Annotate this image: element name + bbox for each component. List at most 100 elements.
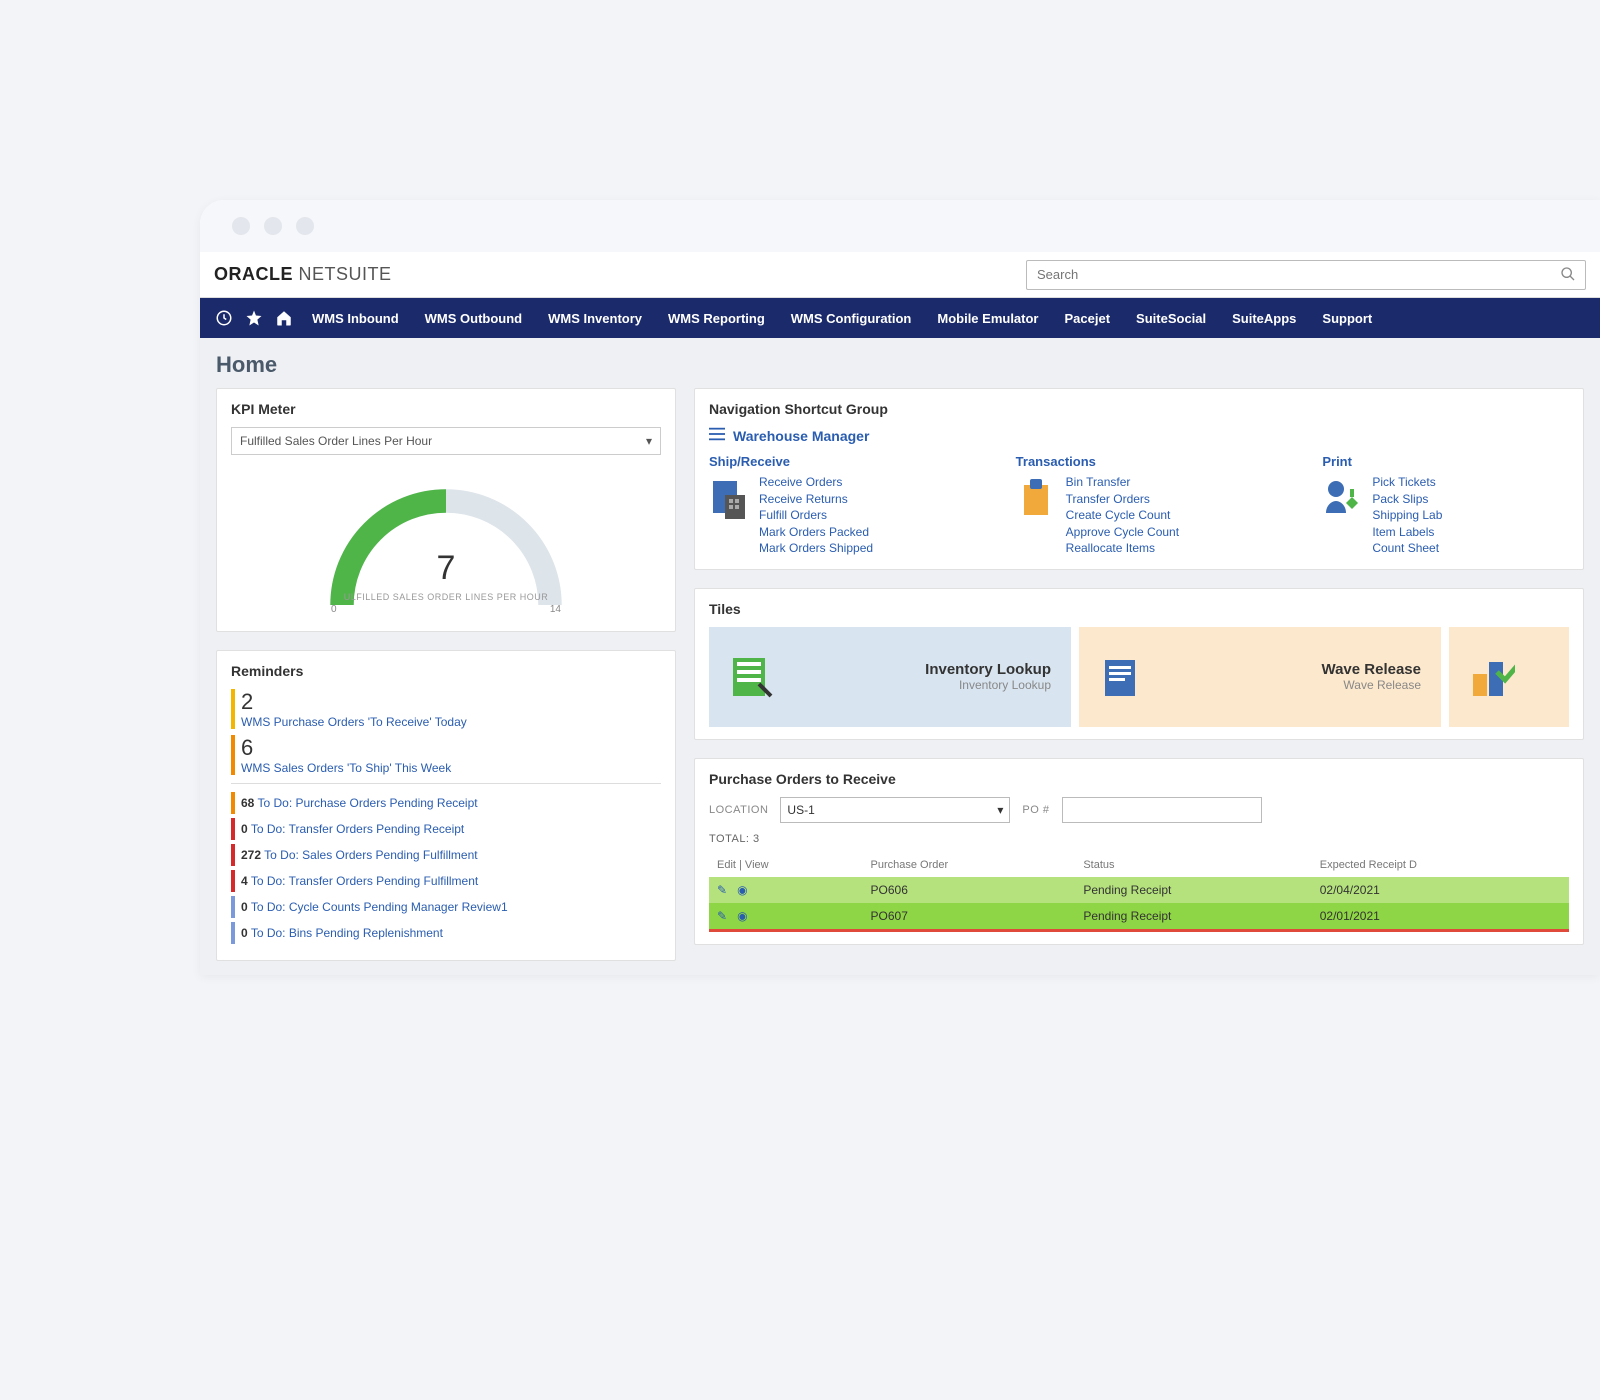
shortcut-link[interactable]: Bin Transfer (1066, 475, 1179, 491)
reminder-label: To Do: Transfer Orders Pending Receipt (251, 822, 464, 836)
location-select[interactable]: US-1 ▾ (780, 797, 1010, 823)
shortcut-link[interactable]: Approve Cycle Count (1066, 525, 1179, 541)
search-input[interactable] (1026, 260, 1586, 290)
location-label: LOCATION (709, 804, 768, 816)
nav-wms-inventory[interactable]: WMS Inventory (536, 311, 654, 326)
shortcut-link[interactable]: Receive Orders (759, 475, 873, 491)
nav-wms-configuration[interactable]: WMS Configuration (779, 311, 924, 326)
reminder-item[interactable]: 0 To Do: Bins Pending Replenishment (231, 922, 661, 944)
shortcut-link[interactable]: Transfer Orders (1066, 492, 1179, 508)
nav-wms-outbound[interactable]: WMS Outbound (413, 311, 534, 326)
search-icon[interactable] (1560, 266, 1576, 285)
shortcut-group-title: Ship/Receive (709, 454, 956, 469)
po-title: Purchase Orders to Receive (709, 771, 1569, 787)
app-header: ORACLE NETSUITE (200, 252, 1600, 298)
nav-mobile-emulator[interactable]: Mobile Emulator (925, 311, 1050, 326)
nav-wms-reporting[interactable]: WMS Reporting (656, 311, 777, 326)
reminder-label: To Do: Cycle Counts Pending Manager Revi… (251, 900, 508, 914)
chevron-down-icon: ▾ (646, 434, 652, 448)
kpi-dropdown-value: Fulfilled Sales Order Lines Per Hour (240, 434, 432, 448)
shortcut-link[interactable]: Mark Orders Shipped (759, 541, 873, 557)
reminder-item[interactable]: 0 To Do: Transfer Orders Pending Receipt (231, 818, 661, 840)
shortcuts-title: Navigation Shortcut Group (709, 401, 1569, 417)
edit-icon[interactable]: ✎ (717, 909, 727, 923)
home-icon[interactable] (270, 304, 298, 332)
tile[interactable]: Inventory Lookup Inventory Lookup (709, 627, 1071, 727)
window-dot (232, 217, 250, 235)
shortcut-group-icon (709, 475, 749, 523)
shortcut-link[interactable]: Mark Orders Packed (759, 525, 873, 541)
main-nav: WMS Inbound WMS Outbound WMS Inventory W… (200, 298, 1600, 338)
kpi-dropdown[interactable]: Fulfilled Sales Order Lines Per Hour ▾ (231, 427, 661, 455)
nav-wms-inbound[interactable]: WMS Inbound (300, 311, 411, 326)
po-number-input[interactable] (1062, 797, 1262, 823)
shortcut-link[interactable]: Fulfill Orders (759, 508, 873, 524)
shortcut-group-icon (1322, 475, 1362, 523)
reminder-count: 4 (241, 874, 248, 888)
reminder-label: WMS Purchase Orders 'To Receive' Today (241, 715, 661, 729)
shortcut-link[interactable]: Reallocate Items (1066, 541, 1179, 557)
shortcut-link[interactable]: Receive Returns (759, 492, 873, 508)
reminder-item[interactable]: 2WMS Purchase Orders 'To Receive' Today (231, 689, 661, 729)
divider (231, 783, 661, 784)
location-value: US-1 (787, 803, 814, 817)
shortcuts-portlet: Navigation Shortcut Group Warehouse Mana… (694, 388, 1584, 570)
reminder-label: To Do: Bins Pending Replenishment (251, 926, 443, 940)
reminder-count: 2 (241, 689, 661, 715)
nav-support[interactable]: Support (1310, 311, 1384, 326)
view-icon[interactable]: ◉ (737, 909, 747, 923)
shortcut-link[interactable]: Shipping Lab (1372, 508, 1442, 524)
shortcut-link[interactable]: Pick Tickets (1372, 475, 1442, 491)
nav-suiteapps[interactable]: SuiteApps (1220, 311, 1308, 326)
th-date[interactable]: Expected Receipt D (1312, 853, 1569, 877)
reminder-count: 0 (241, 822, 248, 836)
th-po[interactable]: Purchase Order (863, 853, 1076, 877)
reminder-item[interactable]: 68 To Do: Purchase Orders Pending Receip… (231, 792, 661, 814)
reminder-count: 0 (241, 900, 248, 914)
shortcut-group-icon (1016, 475, 1056, 523)
browser-window: ORACLE NETSUITE WMS Inbound WMS Outbound… (200, 200, 1600, 975)
nav-suitesocial[interactable]: SuiteSocial (1124, 311, 1218, 326)
cell-po: PO606 (863, 877, 1076, 903)
reminder-item[interactable]: 6WMS Sales Orders 'To Ship' This Week (231, 735, 661, 775)
shortcut-role[interactable]: Warehouse Manager (709, 427, 1569, 444)
tile-title: Inventory Lookup (925, 661, 1051, 678)
shortcut-group: Print Pick TicketsPack SlipsShipping Lab… (1322, 454, 1569, 557)
tiles-title: Tiles (709, 601, 1569, 617)
cell-actions: ✎ ◉ (709, 903, 863, 931)
page-title: Home (216, 352, 1584, 378)
edit-icon[interactable]: ✎ (717, 883, 727, 897)
shortcut-role-label: Warehouse Manager (733, 428, 869, 444)
table-row[interactable]: ✎ ◉ PO607 Pending Receipt 02/01/2021 (709, 903, 1569, 931)
reminder-count: 68 (241, 796, 254, 810)
shortcut-link[interactable]: Count Sheet (1372, 541, 1442, 557)
reminder-item[interactable]: 0 To Do: Cycle Counts Pending Manager Re… (231, 896, 661, 918)
gauge: 7 ULFILLED SALES ORDER LINES PER HOUR 0 … (231, 455, 661, 619)
po-table: Edit | View Purchase Order Status Expect… (709, 853, 1569, 932)
star-icon[interactable] (240, 304, 268, 332)
th-edit[interactable]: Edit | View (709, 853, 863, 877)
browser-titlebar (200, 200, 1600, 252)
table-row[interactable]: ✎ ◉ PO606 Pending Receipt 02/04/2021 (709, 877, 1569, 903)
po-total: TOTAL: 3 (709, 833, 1569, 845)
nav-pacejet[interactable]: Pacejet (1053, 311, 1123, 326)
tile[interactable] (1449, 627, 1569, 727)
view-icon[interactable]: ◉ (737, 883, 747, 897)
page-body: Home KPI Meter Fulfilled Sales Order Lin… (200, 338, 1600, 975)
window-dot (296, 217, 314, 235)
gauge-label: ULFILLED SALES ORDER LINES PER HOUR (344, 592, 549, 602)
recent-icon[interactable] (210, 304, 238, 332)
tile[interactable]: Wave Release Wave Release (1079, 627, 1441, 727)
po-filters: LOCATION US-1 ▾ PO # (709, 797, 1569, 823)
reminder-item[interactable]: 4 To Do: Transfer Orders Pending Fulfill… (231, 870, 661, 892)
shortcut-group-title: Transactions (1016, 454, 1263, 469)
reminder-label: To Do: Transfer Orders Pending Fulfillme… (251, 874, 478, 888)
shortcut-link[interactable]: Item Labels (1372, 525, 1442, 541)
shortcut-link[interactable]: Create Cycle Count (1066, 508, 1179, 524)
th-status[interactable]: Status (1075, 853, 1311, 877)
gauge-min: 0 (331, 604, 337, 615)
reminder-item[interactable]: 272 To Do: Sales Orders Pending Fulfillm… (231, 844, 661, 866)
po-portlet: Purchase Orders to Receive LOCATION US-1… (694, 758, 1584, 945)
reminder-label: To Do: Purchase Orders Pending Receipt (257, 796, 477, 810)
shortcut-link[interactable]: Pack Slips (1372, 492, 1442, 508)
